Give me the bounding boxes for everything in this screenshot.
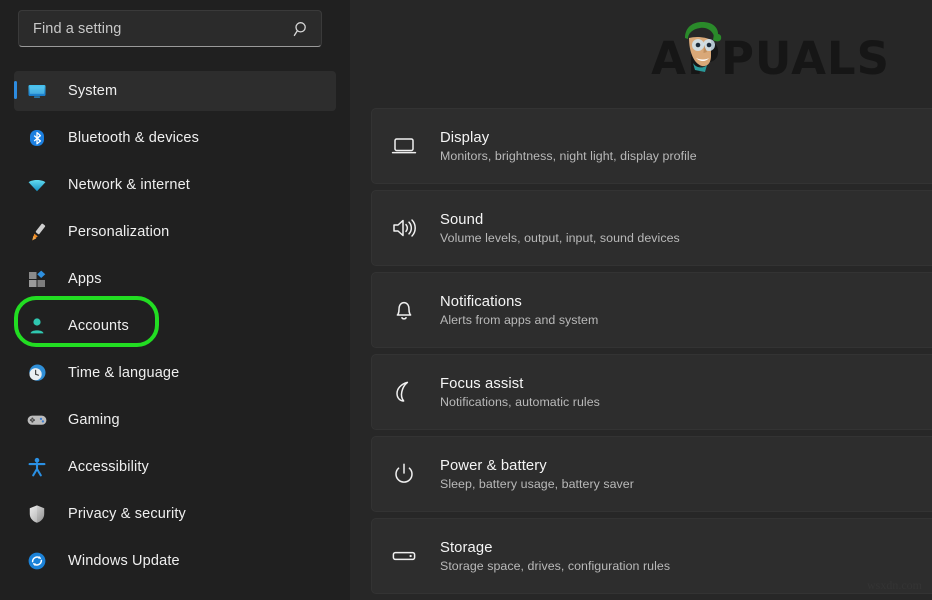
sidebar-item-personalization[interactable]: Personalization: [14, 212, 336, 252]
card-title: Sound: [440, 212, 680, 228]
card-title: Power & battery: [440, 458, 634, 474]
monitor-icon: [26, 80, 48, 102]
sidebar-item-label: System: [68, 83, 117, 99]
display-monitor-icon: [389, 131, 419, 161]
card-subtitle: Volume levels, output, input, sound devi…: [440, 231, 680, 245]
settings-main-panel: Display Monitors, brightness, night ligh…: [350, 0, 932, 600]
sidebar-item-label: Time & language: [68, 365, 179, 381]
search-container: Find a setting: [18, 10, 336, 48]
settings-window: Find a setting: [0, 0, 932, 600]
sidebar-item-apps[interactable]: Apps: [14, 259, 336, 299]
sidebar-item-label: Privacy & security: [68, 506, 186, 522]
settings-card-sound[interactable]: Sound Volume levels, output, input, soun…: [371, 190, 932, 266]
settings-card-storage[interactable]: Storage Storage space, drives, configura…: [371, 518, 932, 594]
bluetooth-icon: [26, 127, 48, 149]
sidebar-item-time-language[interactable]: Time & language: [14, 353, 336, 393]
update-refresh-icon: [26, 550, 48, 572]
gamepad-icon: [26, 409, 48, 431]
search-placeholder-text: Find a setting: [33, 21, 293, 37]
sidebar-item-label: Windows Update: [68, 553, 180, 569]
wifi-icon: [26, 174, 48, 196]
accessibility-icon: [26, 456, 48, 478]
sidebar-item-label: Gaming: [68, 412, 120, 428]
card-subtitle: Alerts from apps and system: [440, 313, 598, 327]
settings-card-notifications[interactable]: Notifications Alerts from apps and syste…: [371, 272, 932, 348]
sidebar-item-label: Apps: [68, 271, 102, 287]
moon-icon: [389, 377, 419, 407]
settings-sidebar: Find a setting: [0, 0, 350, 600]
card-subtitle: Storage space, drives, configuration rul…: [440, 559, 670, 573]
speaker-icon: [389, 213, 419, 243]
bell-icon: [389, 295, 419, 325]
apps-grid-icon: [26, 268, 48, 290]
card-subtitle: Sleep, battery usage, battery saver: [440, 477, 634, 491]
settings-card-focus-assist[interactable]: Focus assist Notifications, automatic ru…: [371, 354, 932, 430]
paintbrush-icon: [26, 221, 48, 243]
sidebar-item-label: Accounts: [68, 318, 129, 334]
sidebar-nav-list: System Bluetooth & devices: [0, 71, 350, 581]
sidebar-item-label: Bluetooth & devices: [68, 130, 199, 146]
sidebar-item-system[interactable]: System: [14, 71, 336, 111]
clock-icon: [26, 362, 48, 384]
card-title: Notifications: [440, 294, 598, 310]
search-icon[interactable]: [293, 20, 311, 38]
card-title: Focus assist: [440, 376, 600, 392]
sidebar-item-accounts[interactable]: Accounts: [14, 306, 336, 346]
sidebar-item-accessibility[interactable]: Accessibility: [14, 447, 336, 487]
sidebar-item-gaming[interactable]: Gaming: [14, 400, 336, 440]
power-icon: [389, 459, 419, 489]
sidebar-item-label: Personalization: [68, 224, 169, 240]
sidebar-item-privacy-security[interactable]: Privacy & security: [14, 494, 336, 534]
card-subtitle: Notifications, automatic rules: [440, 395, 600, 409]
card-subtitle: Monitors, brightness, night light, displ…: [440, 149, 697, 163]
person-icon: [26, 315, 48, 337]
sidebar-item-label: Accessibility: [68, 459, 149, 475]
search-input[interactable]: Find a setting: [18, 10, 322, 47]
sidebar-item-label: Network & internet: [68, 177, 190, 193]
settings-card-power-battery[interactable]: Power & battery Sleep, battery usage, ba…: [371, 436, 932, 512]
shield-icon: [26, 503, 48, 525]
drive-icon: [389, 541, 419, 571]
card-title: Display: [440, 130, 697, 146]
sidebar-item-windows-update[interactable]: Windows Update: [14, 541, 336, 581]
settings-card-display[interactable]: Display Monitors, brightness, night ligh…: [371, 108, 932, 184]
sidebar-item-network-internet[interactable]: Network & internet: [14, 165, 336, 205]
card-title: Storage: [440, 540, 670, 556]
sidebar-item-bluetooth-devices[interactable]: Bluetooth & devices: [14, 118, 336, 158]
